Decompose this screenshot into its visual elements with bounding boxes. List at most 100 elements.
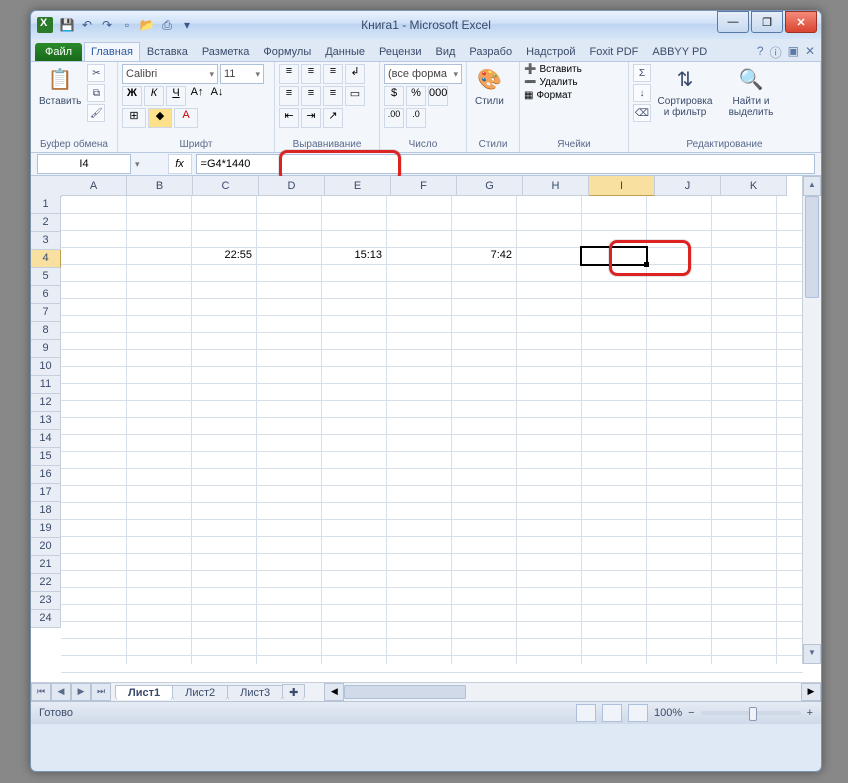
horizontal-scrollbar[interactable]: ◀ ▶ <box>324 684 821 700</box>
zoom-in-button[interactable]: + <box>807 707 813 719</box>
col-header-J[interactable]: J <box>655 176 721 196</box>
sheet-first-button[interactable]: ⏮ <box>31 683 51 701</box>
ribbon-tab-Foxit PDF[interactable]: Foxit PDF <box>583 42 646 61</box>
autosum-icon[interactable]: Σ <box>633 64 651 82</box>
row-header-13[interactable]: 13 <box>31 412 61 430</box>
qat-new-icon[interactable]: ▫ <box>119 17 135 33</box>
italic-button[interactable]: К <box>144 86 164 106</box>
col-header-D[interactable]: D <box>259 176 325 196</box>
hscroll-thumb[interactable] <box>344 685 466 699</box>
clear-icon[interactable]: ⌫ <box>633 104 651 122</box>
row-header-4[interactable]: 4 <box>31 250 61 268</box>
col-header-F[interactable]: F <box>391 176 457 196</box>
cells-format-button[interactable]: ▦Формат <box>524 90 572 101</box>
maximize-button[interactable]: ❐ <box>751 11 783 33</box>
cells-area[interactable]: 22:5515:137:420:00 <box>61 196 803 664</box>
qat-redo-icon[interactable]: ↷ <box>99 17 115 33</box>
col-header-A[interactable]: A <box>61 176 127 196</box>
col-header-K[interactable]: K <box>721 176 787 196</box>
view-normal-button[interactable] <box>576 704 596 722</box>
scroll-down-button[interactable]: ▼ <box>803 644 821 664</box>
merge-icon[interactable]: ▭ <box>345 86 365 106</box>
font-shrink-icon[interactable]: A↓ <box>208 86 226 104</box>
sheet-prev-button[interactable]: ◀ <box>51 683 71 701</box>
row-header-21[interactable]: 21 <box>31 556 61 574</box>
orientation-icon[interactable]: ↗ <box>323 108 343 128</box>
row-header-18[interactable]: 18 <box>31 502 61 520</box>
currency-icon[interactable]: $ <box>384 86 404 106</box>
sheet-last-button[interactable]: ⏭ <box>91 683 111 701</box>
ribbon-tab-ABBYY PD[interactable]: ABBYY PD <box>645 42 714 61</box>
fill-color-button[interactable]: ◆ <box>148 108 172 128</box>
col-header-G[interactable]: G <box>457 176 523 196</box>
view-layout-button[interactable] <box>602 704 622 722</box>
comma-icon[interactable]: 000 <box>428 86 448 106</box>
scroll-up-button[interactable]: ▲ <box>803 176 821 196</box>
vscroll-thumb[interactable] <box>805 196 819 298</box>
col-header-B[interactable]: B <box>127 176 193 196</box>
cells-delete-button[interactable]: ➖Удалить <box>524 77 578 88</box>
format-painter-icon[interactable]: 🖌 <box>87 104 105 122</box>
zoom-level[interactable]: 100% <box>654 707 682 719</box>
cell-C4[interactable]: 22:55 <box>191 247 255 264</box>
underline-button[interactable]: Ч <box>166 86 186 106</box>
paste-button[interactable]: 📋 Вставить <box>35 64 85 109</box>
ribbon-help-icon[interactable]: ? <box>757 44 764 61</box>
align-middle-icon[interactable]: ≡ <box>301 64 321 84</box>
font-name-combo[interactable]: Calibri▾ <box>122 64 218 84</box>
row-header-2[interactable]: 2 <box>31 214 61 232</box>
ribbon-tab-Формулы[interactable]: Формулы <box>256 42 318 61</box>
indent-dec-icon[interactable]: ⇤ <box>279 108 299 128</box>
row-header-14[interactable]: 14 <box>31 430 61 448</box>
sort-filter-button[interactable]: ⇅ Сортировка и фильтр <box>653 64 717 120</box>
row-header-7[interactable]: 7 <box>31 304 61 322</box>
bold-button[interactable]: Ж <box>122 86 142 106</box>
cut-icon[interactable]: ✂ <box>87 64 105 82</box>
copy-icon[interactable]: ⧉ <box>87 84 105 102</box>
ribbon-tab-Разметка[interactable]: Разметка <box>195 42 257 61</box>
decimal-inc-icon[interactable]: .00 <box>384 108 404 128</box>
row-header-22[interactable]: 22 <box>31 574 61 592</box>
ribbon-tab-Разрабо[interactable]: Разрабо <box>462 42 519 61</box>
qat-dropdown-icon[interactable]: ▾ <box>179 17 195 33</box>
doc-close-icon[interactable]: ✕ <box>805 44 815 61</box>
row-header-1[interactable]: 1 <box>31 196 61 214</box>
cell-G4[interactable]: 7:42 <box>451 247 515 264</box>
row-header-17[interactable]: 17 <box>31 484 61 502</box>
align-bottom-icon[interactable]: ≡ <box>323 64 343 84</box>
name-box-dropdown-icon[interactable]: ▾ <box>135 159 140 170</box>
fill-handle[interactable] <box>644 262 649 267</box>
select-all-corner[interactable] <box>31 176 62 197</box>
row-header-15[interactable]: 15 <box>31 448 61 466</box>
align-top-icon[interactable]: ≡ <box>279 64 299 84</box>
row-header-12[interactable]: 12 <box>31 394 61 412</box>
sheet-tab-Лист2[interactable]: Лист2 <box>172 685 228 700</box>
ribbon-tab-Надстрой[interactable]: Надстрой <box>519 42 582 61</box>
ribbon-tab-Главная[interactable]: Главная <box>84 42 140 61</box>
ribbon-tab-Рецензи[interactable]: Рецензи <box>372 42 429 61</box>
row-header-5[interactable]: 5 <box>31 268 61 286</box>
cells-insert-button[interactable]: ➕Вставить <box>524 64 582 75</box>
sheet-next-button[interactable]: ▶ <box>71 683 91 701</box>
row-header-11[interactable]: 11 <box>31 376 61 394</box>
view-pagebreak-button[interactable] <box>628 704 648 722</box>
fx-button[interactable]: fx <box>168 154 192 174</box>
fill-icon[interactable]: ↓ <box>633 84 651 102</box>
col-header-C[interactable]: C <box>193 176 259 196</box>
ribbon-tab-Вставка[interactable]: Вставка <box>140 42 195 61</box>
indent-inc-icon[interactable]: ⇥ <box>301 108 321 128</box>
zoom-out-button[interactable]: − <box>688 707 694 719</box>
find-select-button[interactable]: 🔍 Найти и выделить <box>719 64 783 120</box>
styles-button[interactable]: 🎨 Стили <box>471 64 508 109</box>
ribbon-minimize-icon[interactable]: ▣ <box>788 44 799 61</box>
col-header-E[interactable]: E <box>325 176 391 196</box>
close-button[interactable]: ✕ <box>785 11 817 33</box>
align-left-icon[interactable]: ≡ <box>279 86 299 106</box>
ribbon-tab-Вид[interactable]: Вид <box>429 42 463 61</box>
cell-E4[interactable]: 15:13 <box>321 247 385 264</box>
row-header-19[interactable]: 19 <box>31 520 61 538</box>
qat-undo-icon[interactable]: ↶ <box>79 17 95 33</box>
vertical-scrollbar[interactable]: ▲ ▼ <box>802 176 821 664</box>
col-header-H[interactable]: H <box>523 176 589 196</box>
sheet-tab-Лист3[interactable]: Лист3 <box>227 685 283 700</box>
